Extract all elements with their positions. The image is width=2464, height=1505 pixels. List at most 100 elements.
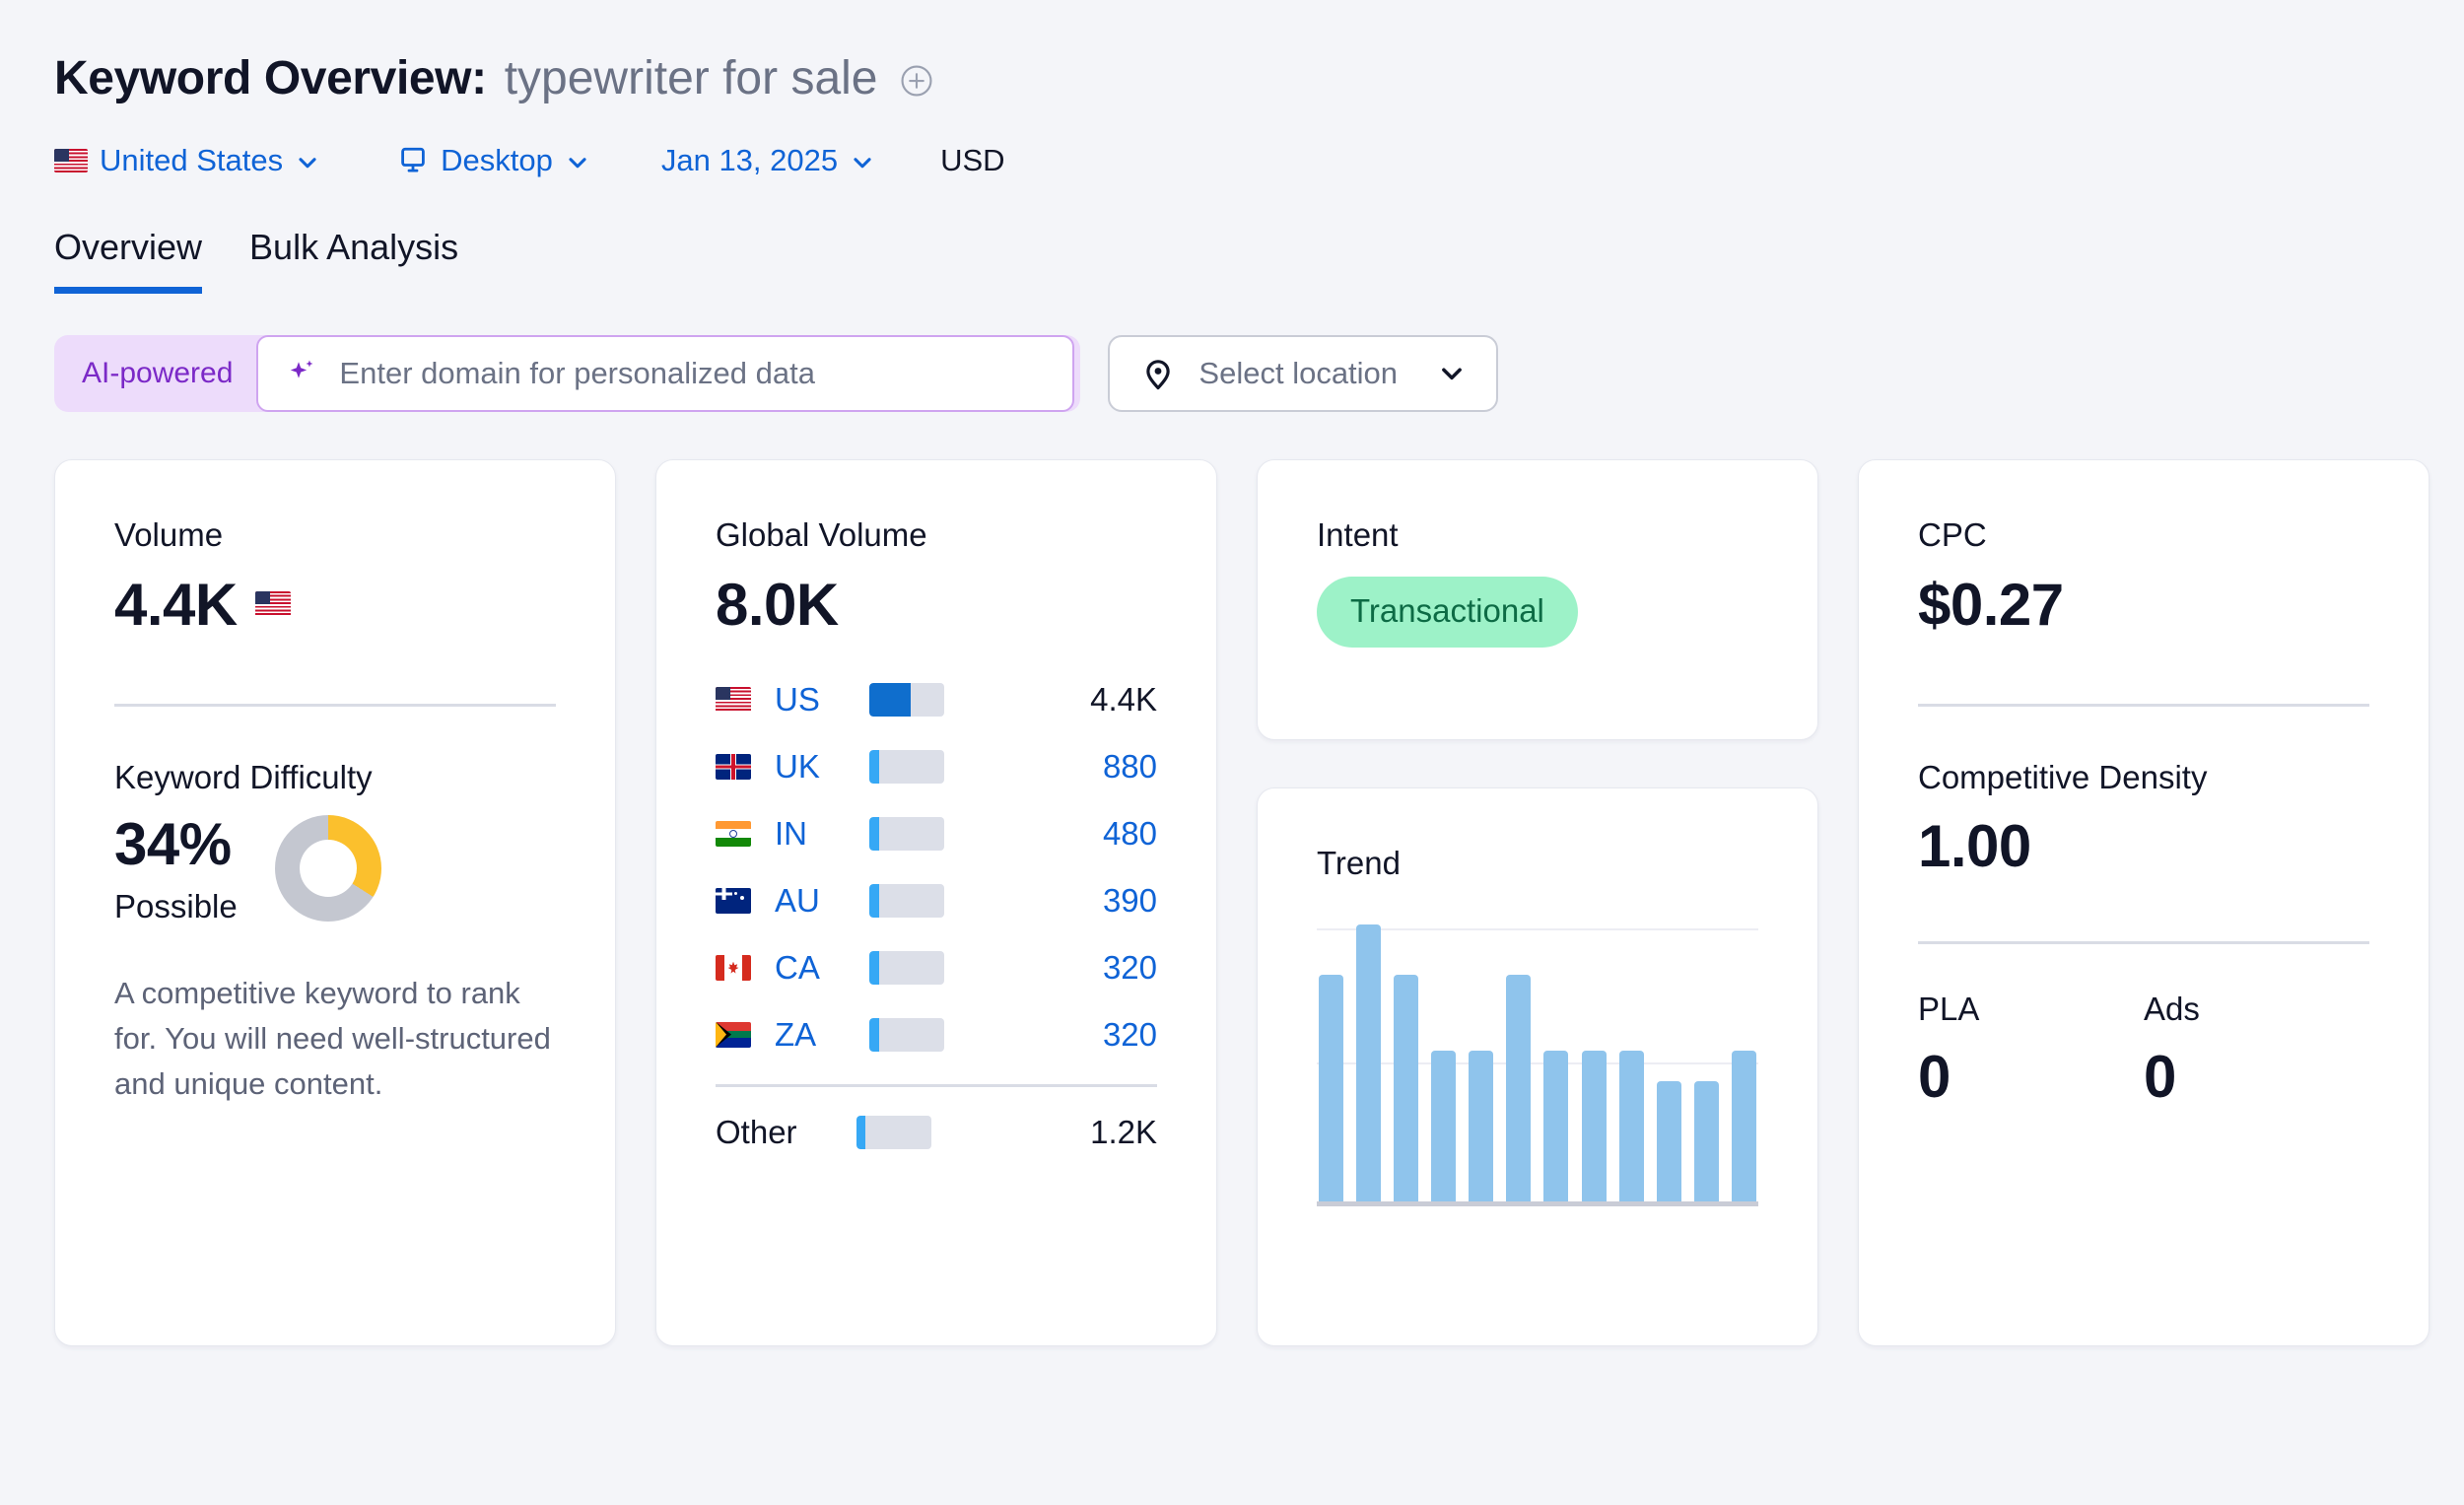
domain-input-wrapper[interactable]: Enter domain for personalized data [256,335,1075,412]
country-code[interactable]: IN [775,815,869,853]
country-code[interactable]: CA [775,949,869,987]
chevron-down-icon [850,148,875,173]
country-share-bar-fill [869,1017,879,1052]
page-title: Keyword Overview: typewriter for sale [54,47,2464,108]
global-volume-card: Global Volume 8.0K US 4.4K UK 880 IN 480 AU 390… [655,459,1217,1346]
date-selector-label: Jan 13, 2025 [660,143,839,177]
trend-card: Trend [1257,787,1818,1346]
location-selector[interactable]: Select location [1108,335,1499,412]
country-volume-value: 320 [1102,948,1157,986]
country-code[interactable]: AU [775,882,869,920]
country-share-bar-fill [869,749,879,784]
cpc-card: CPC $0.27 Competitive Density 1.00 PLA 0… [1858,459,2430,1346]
keyword-overview-page: Keyword Overview: typewriter for sale Un… [0,0,2464,1505]
us-flag-icon [716,686,751,713]
trend-bar[interactable] [1356,924,1382,1201]
trend-bar[interactable] [1656,1080,1681,1201]
tab-overview-label: Overview [54,227,203,267]
country-row[interactable]: US 4.4K [716,666,1157,733]
country-code[interactable]: UK [775,748,869,786]
chevron-down-icon [295,148,320,173]
keyword-difficulty-value: 34% [114,811,232,878]
global-volume-header: Global Volume 8.0K [656,460,1216,639]
country-row[interactable]: UK 880 [716,733,1157,800]
country-row[interactable]: AU 390 [716,867,1157,934]
country-share-bar-fill [869,816,879,851]
country-row[interactable]: IN 480 [716,800,1157,867]
intent-card: Intent Transactional [1257,459,1818,740]
keyword-difficulty-status: Possible [114,888,238,925]
keyword-difficulty-section: Keyword Difficulty 34% Possible A compet… [55,758,615,1107]
keyword-difficulty-label: Keyword Difficulty [114,758,373,795]
chevron-down-icon [565,148,590,173]
ai-powered-badge: AI-powered [82,357,234,389]
trend-label: Trend [1317,845,1401,881]
ads-value: 0 [2144,1043,2177,1110]
intent-section: Intent Transactional [1258,460,1817,648]
country-selector[interactable]: United States [54,143,320,178]
country-share-bar-fill [869,883,879,918]
country-row[interactable]: ZA 320 [716,1001,1157,1068]
volume-section: Volume 4.4K [55,460,615,639]
country-volume-value: 480 [1102,814,1157,852]
pla-metric: PLA 0 [1918,990,2144,1111]
divider [716,1083,1157,1087]
intent-label: Intent [1317,516,1399,553]
country-share-bar [869,1017,944,1052]
device-selector-label: Desktop [441,143,553,177]
trend-bar[interactable] [1431,1050,1457,1201]
intent-badge[interactable]: Transactional [1317,576,1578,648]
date-selector[interactable]: Jan 13, 2025 [661,143,875,178]
cpc-value: $0.27 [1918,571,2064,638]
other-volume-value: 1.2K [1090,1113,1157,1150]
keyword-difficulty-donut-chart [274,814,381,922]
desktop-monitor-icon [397,145,429,176]
tab-bar: Overview Bulk Analysis [0,227,2464,294]
divider [1918,941,2369,945]
other-share-bar [856,1115,931,1149]
trend-bars [1319,923,1756,1201]
volume-card: Volume 4.4K Keyword Difficulty 34% Possi… [54,459,616,1346]
us-flag-icon [254,591,291,618]
country-share-bar [869,883,944,918]
trend-bar[interactable] [1319,975,1343,1201]
keyword-difficulty-description: A competitive keyword to rank for. You w… [114,976,551,1101]
trend-bar[interactable] [1394,975,1419,1201]
trend-header: Trend [1258,788,1817,883]
country-breakdown-list: US 4.4K UK 880 IN 480 AU 390 CA 320 ZA 320 Other 1.2K [656,666,1216,1166]
trend-bar[interactable] [1618,1050,1644,1201]
uk-flag-icon [716,753,751,780]
device-selector[interactable]: Desktop [397,143,590,178]
country-share-bar [869,816,944,851]
trend-bar[interactable] [1581,1050,1607,1201]
in-flag-icon [716,820,751,847]
sparkle-icon [284,356,319,391]
country-volume-value: 390 [1102,881,1157,919]
ads-metric: Ads 0 [2144,990,2369,1111]
trend-bar[interactable] [1543,1050,1569,1201]
country-row[interactable]: CA 320 [716,934,1157,1001]
plus-circle-icon[interactable] [900,64,933,98]
country-code[interactable]: US [775,681,869,718]
competitive-density-section: Competitive Density 1.00 [1859,758,2429,881]
domain-input-placeholder: Enter domain for personalized data [339,356,815,390]
chevron-down-icon [1437,359,1467,388]
trend-bar[interactable] [1469,1050,1494,1201]
chart-baseline [1317,1200,1758,1206]
country-row-other: Other 1.2K [716,1099,1157,1166]
trend-bar[interactable] [1693,1080,1719,1201]
other-share-bar-fill [856,1115,866,1149]
country-code[interactable]: ZA [775,1016,869,1054]
trend-bar[interactable] [1506,975,1532,1201]
cpc-section: CPC $0.27 [1859,460,2429,639]
tab-overview[interactable]: Overview [54,227,203,294]
competitive-density-value: 1.00 [1918,813,2031,880]
tab-bulk-analysis-label: Bulk Analysis [249,227,459,267]
trend-bar[interactable] [1731,1050,1756,1201]
volume-value-row: 4.4K [114,571,556,639]
tab-bulk-analysis[interactable]: Bulk Analysis [249,227,458,290]
